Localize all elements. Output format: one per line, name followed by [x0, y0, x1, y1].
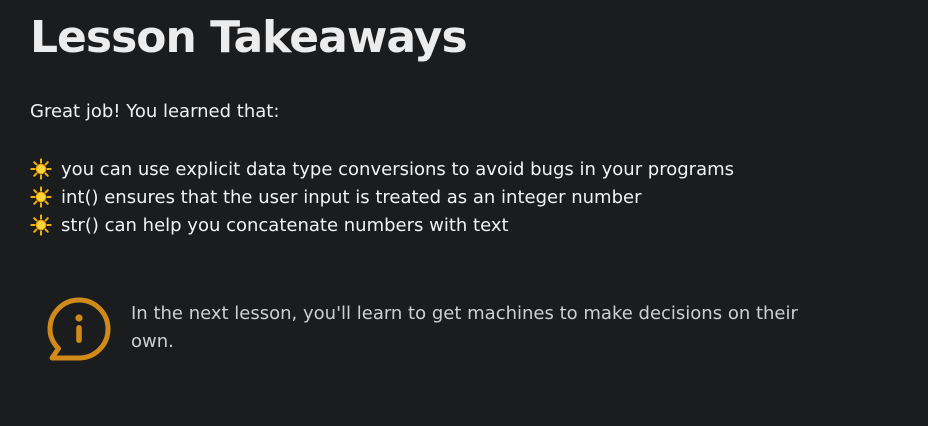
takeaway-list: you can use explicit data type conversio… [30, 155, 734, 239]
info-bubble-icon [47, 297, 111, 361]
takeaway-text: str() can help you concatenate numbers w… [61, 214, 509, 236]
page-title: Lesson Takeaways [30, 12, 468, 63]
callout-text: In the next lesson, you'll learn to get … [131, 303, 798, 352]
next-lesson-callout: In the next lesson, you'll learn to get … [46, 296, 836, 362]
takeaway-item: str() can help you concatenate numbers w… [30, 211, 734, 239]
intro-text: Great job! You learned that: [30, 101, 280, 122]
takeaway-text: int() ensures that the user input is tre… [61, 186, 642, 208]
takeaway-text: you can use explicit data type conversio… [61, 158, 735, 180]
takeaway-item: int() ensures that the user input is tre… [30, 183, 734, 211]
takeaway-item: you can use explicit data type conversio… [30, 155, 734, 183]
sun-icon [30, 214, 52, 236]
sun-icon [30, 158, 52, 180]
sun-icon [30, 186, 52, 208]
